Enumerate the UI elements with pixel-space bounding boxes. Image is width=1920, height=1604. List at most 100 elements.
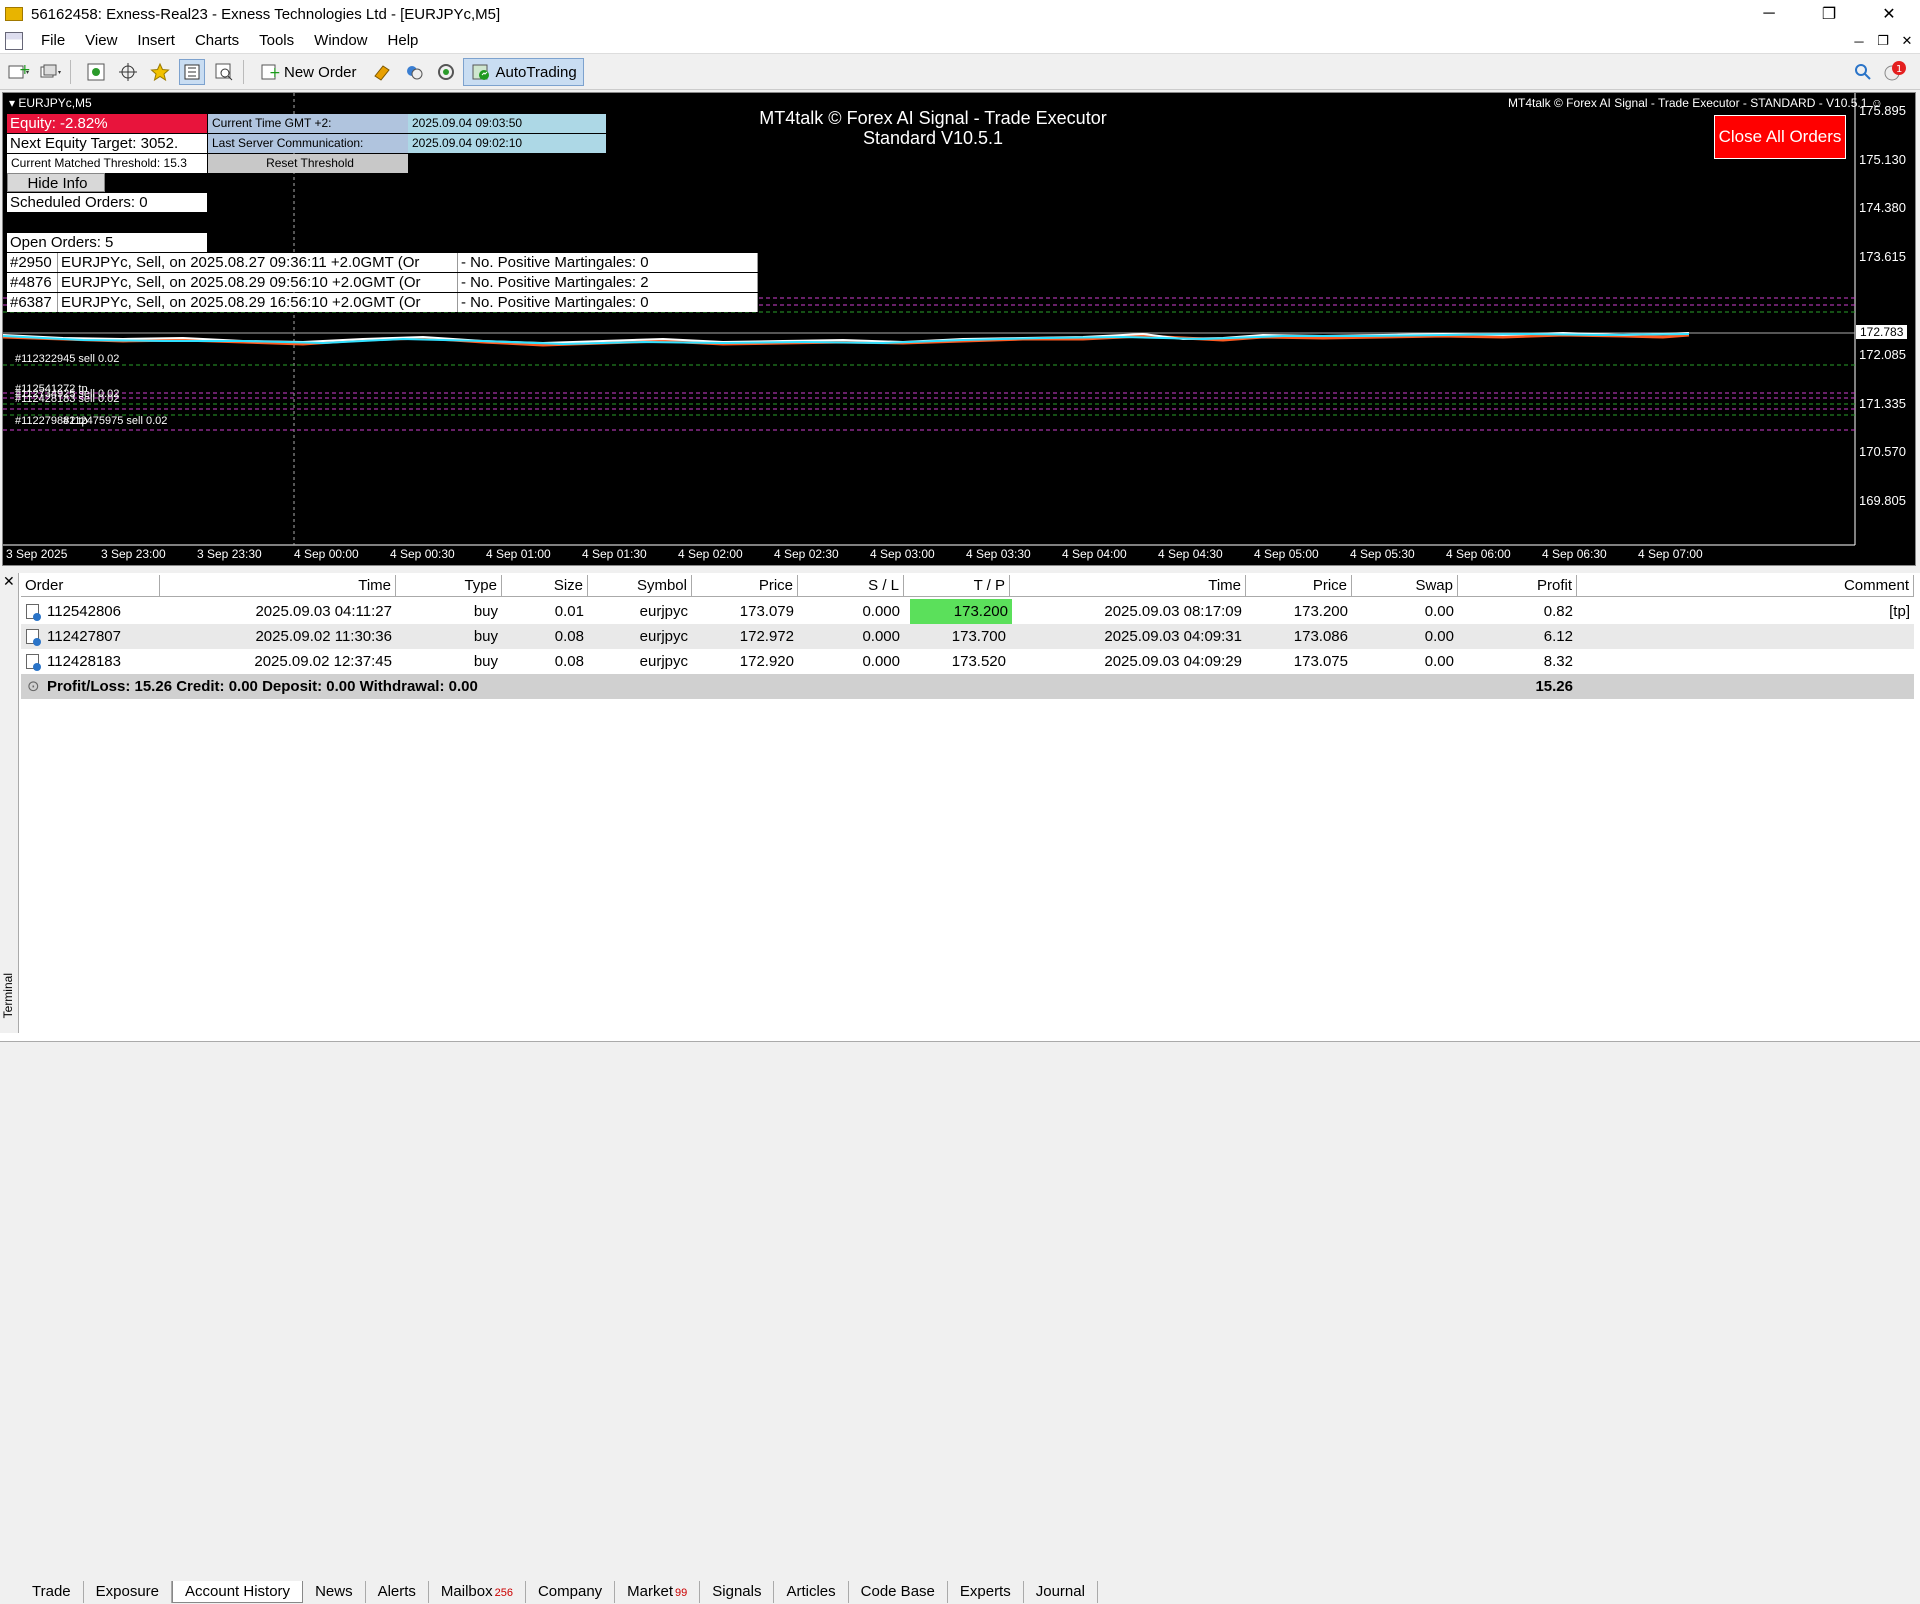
col-open-time[interactable]: Time [160,575,396,597]
terminal-tabs: Trade Exposure Account History News Alerts Ma… [20,1580,1098,1604]
chart-symbol-label: ▾ EURJPYc,M5 [9,96,92,110]
closed-order-icon [26,629,41,646]
market-watch-icon[interactable] [83,59,109,85]
signals-icon[interactable] [401,59,427,85]
vps-icon[interactable] [433,59,459,85]
summary-row[interactable]: ⊙ Profit/Loss: 15.26 Credit: 0.00 Deposi… [21,674,1914,699]
time-tick: 4 Sep 04:00 [1062,547,1127,561]
autotrading-label: AutoTrading [495,63,577,81]
tab-market[interactable]: Market 99 [615,1581,701,1603]
cell-close-price: 173.086 [1293,628,1348,645]
chart-symbol-text: EURJPYc,M5 [18,96,92,110]
cell-open-time: 2025.09.03 04:11:27 [255,603,392,620]
cell-tp: 173.200 [910,599,1012,624]
tab-label: News [315,1583,353,1600]
new-order-button[interactable]: + New Order [254,58,363,86]
cell-price: 172.972 [739,628,794,645]
open-order-desc: EURJPYc, Sell, on 2025.08.29 09:56:10 +2… [58,273,458,292]
menu-charts[interactable]: Charts [185,32,249,49]
col-sl[interactable]: S / L [798,575,904,597]
cell-close-time: 2025.09.03 04:09:29 [1104,653,1242,670]
child-minimize-button[interactable]: ─ [1848,30,1870,52]
col-swap[interactable]: Swap [1352,575,1458,597]
notifications-icon[interactable]: 1 [1882,59,1908,85]
new-chart-icon[interactable]: + [6,59,32,85]
terminal-close-icon[interactable]: ✕ [3,573,15,590]
menu-help[interactable]: Help [378,32,429,49]
cell-symbol: eurjpyc [639,653,688,670]
tab-alerts[interactable]: Alerts [366,1581,429,1603]
tab-mailbox[interactable]: Mailbox 256 [429,1581,526,1603]
menu-window[interactable]: Window [304,32,377,49]
close-button[interactable]: ✕ [1866,0,1912,28]
menu-view[interactable]: View [75,32,127,49]
closed-order-icon [26,654,41,671]
last-server-value: 2025.09.04 09:02:10 [408,134,606,153]
ea-title: MT4talk © Forex AI Signal - Trade Execut… [723,108,1143,148]
open-order-id: #6387 [7,293,58,312]
price-tick: 175.130 [1859,152,1906,167]
col-type[interactable]: Type [396,575,502,597]
crosshair-icon[interactable] [115,59,141,85]
hide-info-button[interactable]: Hide Info [7,173,105,192]
cell-sl: 0.000 [862,628,900,645]
close-all-orders-button[interactable]: Close All Orders [1714,115,1846,159]
col-profit[interactable]: Profit [1458,575,1577,597]
time-tick: 4 Sep 01:00 [486,547,551,561]
col-close-price[interactable]: Price [1246,575,1352,597]
col-comment[interactable]: Comment [1577,575,1914,597]
document-icon[interactable] [5,31,23,50]
tab-experts[interactable]: Experts [948,1581,1024,1603]
tab-news[interactable]: News [303,1581,366,1603]
col-size[interactable]: Size [502,575,588,597]
time-tick: 4 Sep 00:30 [390,547,455,561]
open-order-martingales: - No. Positive Martingales: 0 [458,253,758,272]
tab-company[interactable]: Company [526,1581,616,1603]
reset-threshold-button[interactable]: Reset Threshold [208,154,408,173]
cell-swap: 0.00 [1424,603,1454,620]
tab-signals[interactable]: Signals [700,1581,775,1603]
table-row[interactable]: 112542806 2025.09.03 04:11:27 buy 0.01 e… [21,599,1914,624]
table-row[interactable]: 112428183 2025.09.02 12:37:45 buy 0.08 e… [21,649,1914,674]
cell-sl: 0.000 [862,603,900,620]
favorites-icon[interactable] [147,59,173,85]
tab-articles[interactable]: Articles [774,1581,849,1603]
new-order-label: New Order [284,63,357,81]
col-tp[interactable]: T / P [904,575,1010,597]
col-close-time[interactable]: Time [1010,575,1246,597]
autotrading-icon [472,64,489,80]
strategy-tester-icon[interactable] [211,59,237,85]
autotrading-button[interactable]: AutoTrading [462,58,584,86]
time-tick: 3 Sep 23:00 [101,547,166,561]
current-price-label: 172.783 [1856,325,1908,339]
chart-window[interactable]: ▾ EURJPYc,M5 MT4talk © Forex AI Signal -… [2,92,1916,566]
time-tick: 4 Sep 03:00 [870,547,935,561]
restore-button[interactable]: ❐ [1806,0,1852,28]
time-tick: 4 Sep 06:30 [1542,547,1607,561]
child-restore-button[interactable]: ❐ [1872,30,1894,52]
meta-editor-icon[interactable] [369,59,395,85]
col-price[interactable]: Price [692,575,798,597]
col-symbol[interactable]: Symbol [588,575,692,597]
tab-account-history[interactable]: Account History [172,1581,304,1603]
profiles-icon[interactable] [38,59,64,85]
menu-file[interactable]: File [31,32,75,49]
tab-journal[interactable]: Journal [1024,1581,1098,1603]
time-tick: 4 Sep 06:00 [1446,547,1511,561]
chart-order-label: #112322945 sell 0.02 [15,353,120,365]
tab-label: Exposure [95,1583,160,1600]
menu-insert[interactable]: Insert [127,32,185,49]
minimize-button[interactable]: ─ [1746,0,1792,28]
cell-profit: 6.12 [1543,628,1573,645]
toolbar: + + New Order AutoTrading 1 [0,55,1920,90]
menu-tools[interactable]: Tools [249,32,304,49]
navigator-icon[interactable] [179,59,205,85]
tab-code-base[interactable]: Code Base [849,1581,948,1603]
col-order[interactable]: Order [21,575,160,597]
child-close-button[interactable]: ✕ [1896,30,1918,52]
tab-trade[interactable]: Trade [20,1581,84,1603]
tab-exposure[interactable]: Exposure [84,1581,173,1603]
table-row[interactable]: 112427807 2025.09.02 11:30:36 buy 0.08 e… [21,624,1914,649]
search-icon[interactable] [1850,59,1876,85]
time-tick: 4 Sep 02:30 [774,547,839,561]
